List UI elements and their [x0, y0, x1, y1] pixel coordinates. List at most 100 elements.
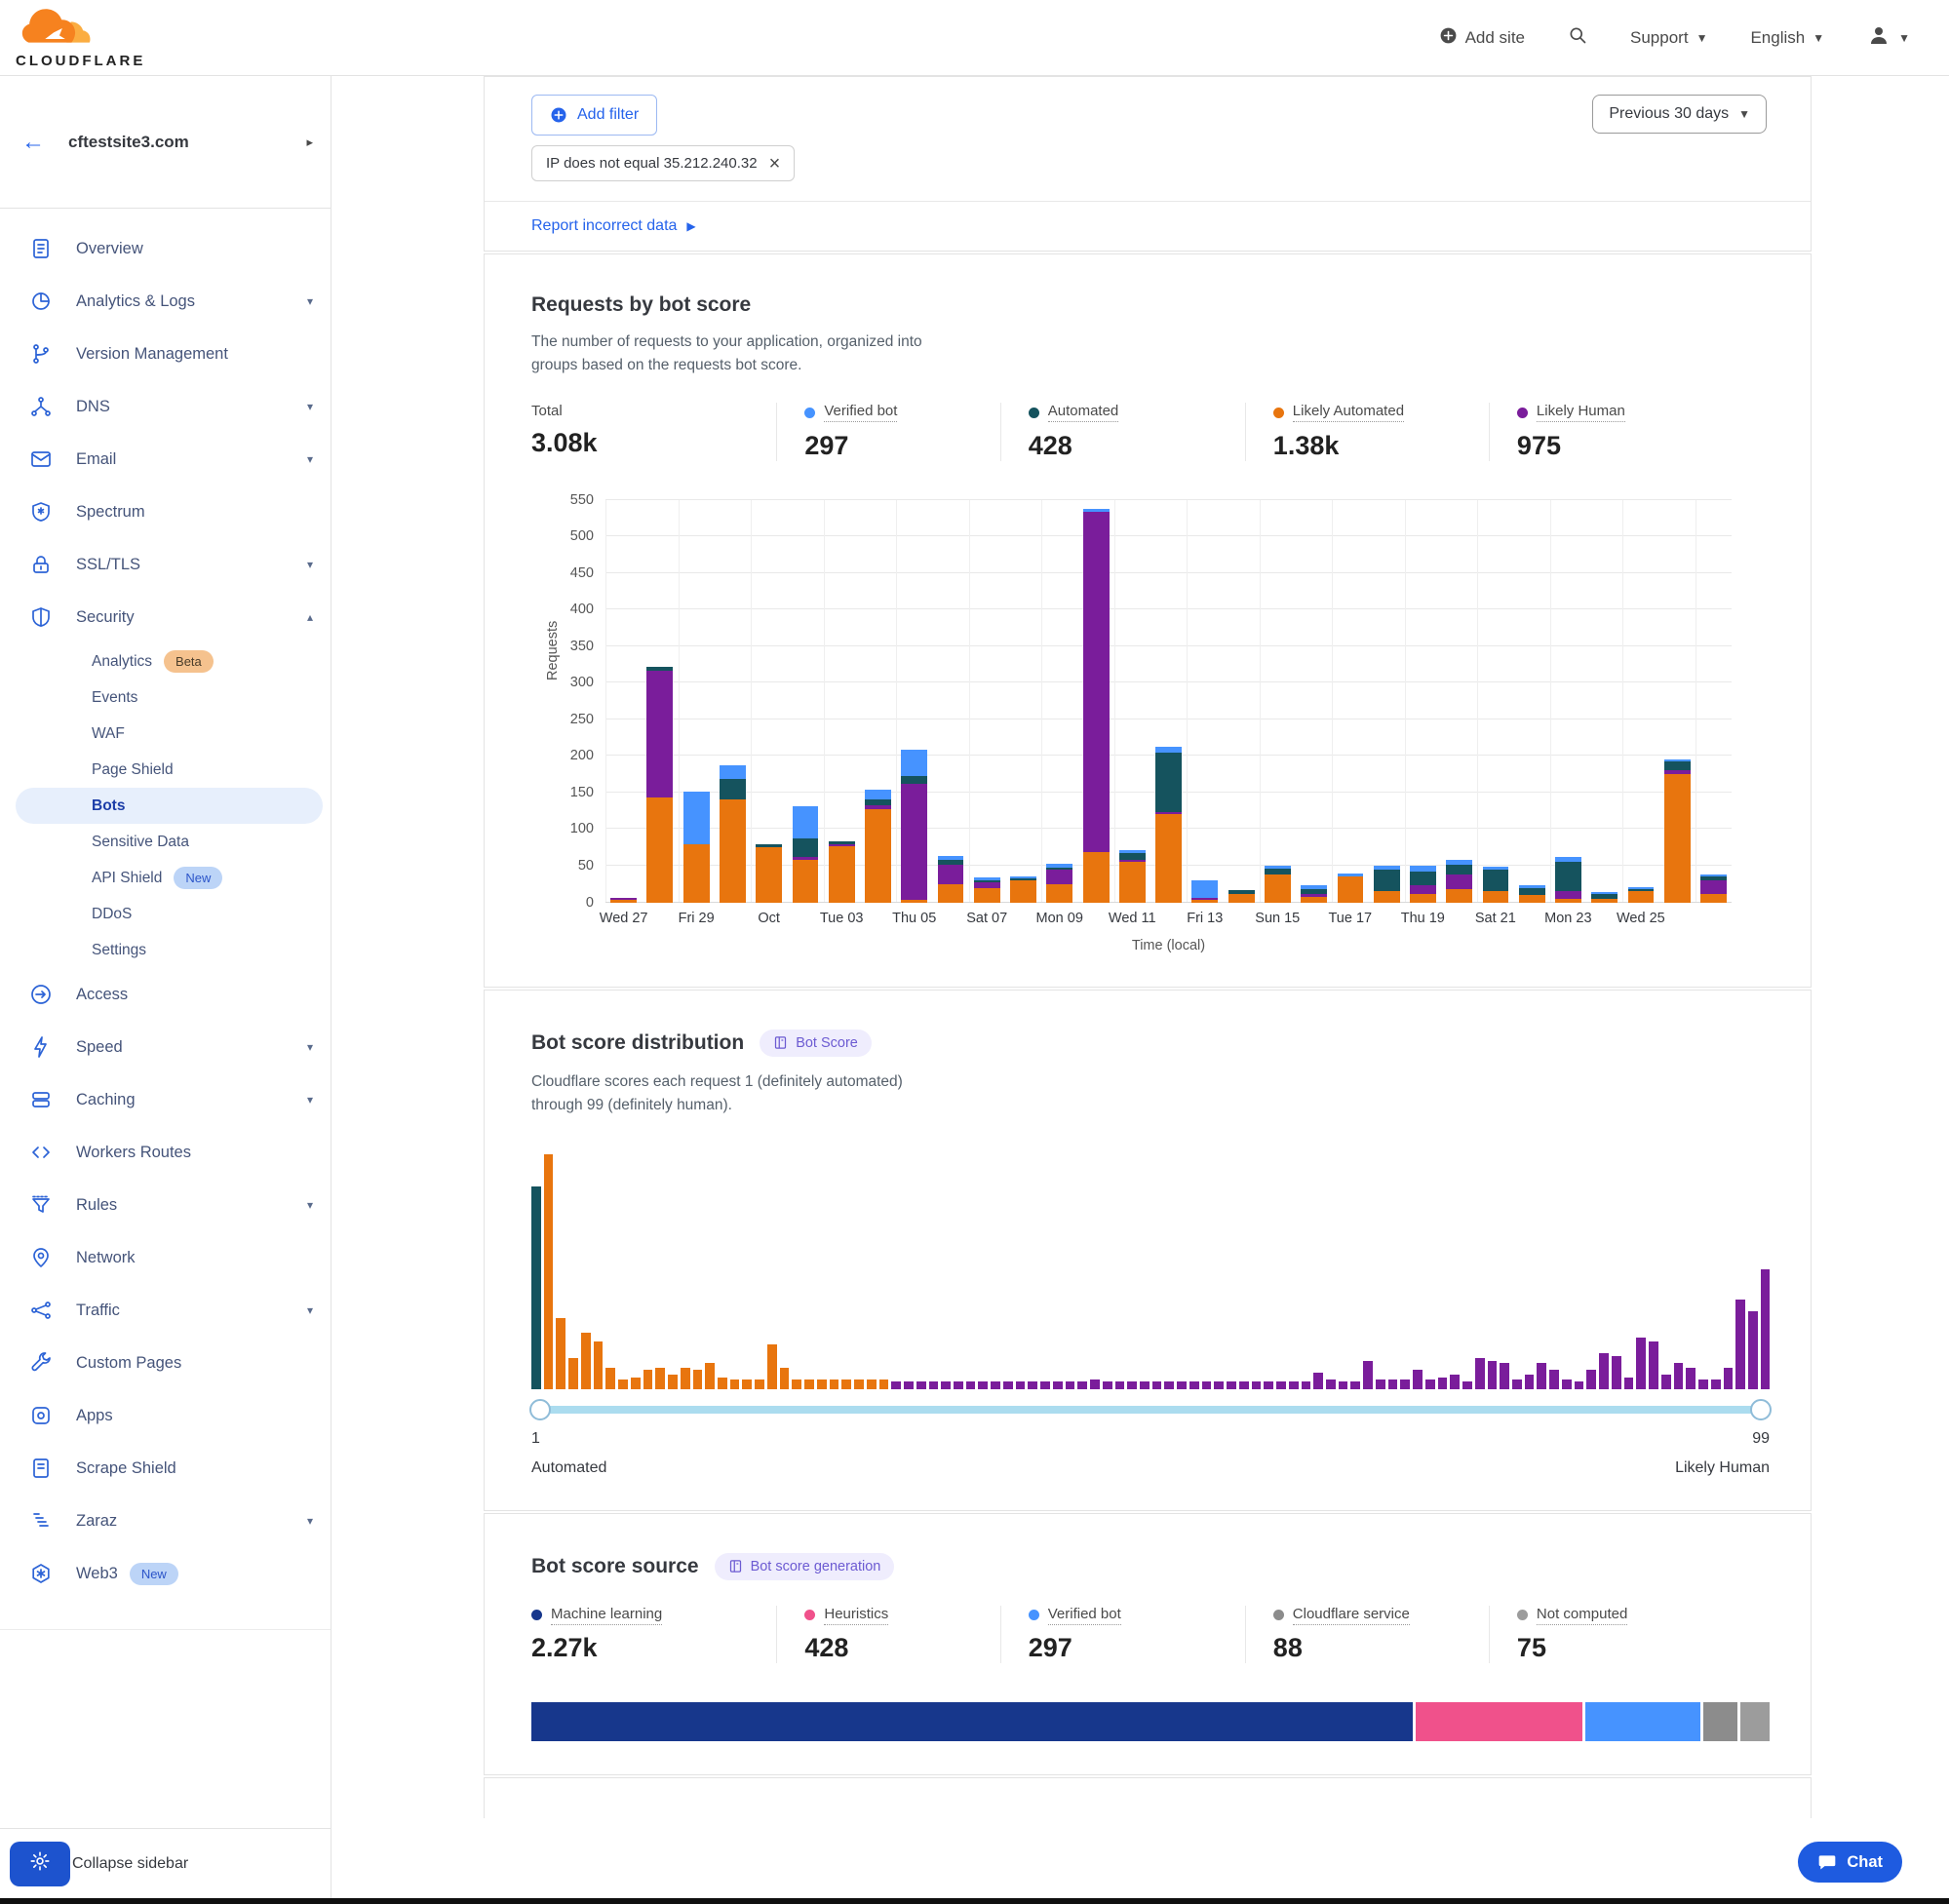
histogram-bar[interactable] [718, 1378, 727, 1389]
sidebar-item-events[interactable]: Events [16, 680, 323, 716]
histogram-bar[interactable] [916, 1381, 926, 1388]
histogram-bar[interactable] [1735, 1300, 1745, 1389]
slider-handle-max[interactable] [1750, 1399, 1772, 1420]
stacked-bar[interactable] [865, 790, 891, 903]
slider-handle-min[interactable] [529, 1399, 551, 1420]
chat-button[interactable]: Chat [1798, 1842, 1902, 1883]
stacked-bar[interactable] [938, 856, 964, 903]
score-range-slider[interactable] [531, 1399, 1770, 1420]
histogram-bar[interactable] [618, 1379, 628, 1389]
histogram-bar[interactable] [556, 1318, 565, 1388]
histogram-bar[interactable] [1438, 1378, 1448, 1389]
back-arrow-icon[interactable]: ← [21, 129, 45, 156]
stacked-bar[interactable] [1374, 866, 1400, 903]
stacked-bar[interactable] [1483, 867, 1509, 903]
sidebar-item-security[interactable]: Security▴ [0, 591, 331, 643]
bot-score-generation-badge[interactable]: Bot score generation [715, 1553, 895, 1580]
histogram-bar[interactable] [1425, 1379, 1435, 1389]
histogram-bar[interactable] [1028, 1381, 1037, 1388]
sidebar-item-access[interactable]: Access [0, 968, 331, 1021]
histogram-bar[interactable] [1302, 1381, 1311, 1388]
histogram-bar[interactable] [1376, 1379, 1385, 1389]
histogram-bar[interactable] [693, 1370, 703, 1388]
histogram-bar[interactable] [742, 1379, 752, 1389]
histogram-bar[interactable] [767, 1344, 777, 1389]
histogram-bar[interactable] [1239, 1381, 1249, 1388]
sidebar-item-ssl-tls[interactable]: SSL/TLS▾ [0, 538, 331, 591]
histogram-bar[interactable] [891, 1381, 901, 1388]
histogram-bar[interactable] [531, 1186, 541, 1388]
histogram-bar[interactable] [1500, 1363, 1509, 1389]
slider-track[interactable] [531, 1406, 1770, 1414]
histogram-bar[interactable] [1276, 1381, 1286, 1388]
stacked-bar[interactable] [720, 765, 746, 902]
stacked-bar[interactable] [1410, 866, 1436, 903]
stacked-bar[interactable] [1155, 747, 1182, 902]
histogram-bar[interactable] [991, 1381, 1000, 1388]
histogram-bar[interactable] [668, 1375, 678, 1388]
stacked-bar[interactable] [901, 750, 927, 902]
histogram-bar[interactable] [631, 1378, 641, 1389]
sidebar-item-spectrum[interactable]: Spectrum [0, 486, 331, 538]
histogram-bar[interactable] [655, 1368, 665, 1389]
sidebar-item-speed[interactable]: Speed▾ [0, 1021, 331, 1073]
sidebar-item-custom-pages[interactable]: Custom Pages [0, 1337, 331, 1389]
cloudflare-logo[interactable]: CLOUDFLARE [16, 7, 145, 69]
histogram-bar[interactable] [1636, 1338, 1646, 1389]
stacked-bar[interactable] [1265, 866, 1291, 903]
histogram-bar[interactable] [755, 1379, 764, 1389]
collapse-sidebar-label[interactable]: Collapse sidebar [72, 1855, 188, 1873]
histogram-bar[interactable] [1462, 1381, 1472, 1388]
histogram-bar[interactable] [1227, 1381, 1236, 1388]
sidebar-item-zaraz[interactable]: Zaraz▾ [0, 1495, 331, 1547]
histogram-bar[interactable] [1649, 1341, 1658, 1388]
histogram-bar[interactable] [929, 1381, 939, 1388]
sidebar-item-bots[interactable]: Bots [16, 788, 323, 824]
report-incorrect-data-link[interactable]: Report incorrect data ▶ [531, 217, 696, 235]
histogram-bar[interactable] [705, 1363, 715, 1389]
histogram-bar[interactable] [1090, 1379, 1100, 1389]
histogram-bar[interactable] [1127, 1381, 1137, 1388]
histogram-bar[interactable] [1525, 1375, 1535, 1388]
histogram-bar[interactable] [867, 1379, 877, 1389]
histogram-bar[interactable] [544, 1154, 554, 1389]
histogram-bar[interactable] [1202, 1381, 1212, 1388]
histogram-bar[interactable] [966, 1381, 976, 1388]
search-button[interactable] [1568, 25, 1587, 50]
histogram-bar[interactable] [1040, 1381, 1050, 1388]
date-range-button[interactable]: Previous 30 days ▼ [1592, 95, 1767, 134]
filter-chip[interactable]: IP does not equal 35.212.240.32 × [531, 145, 795, 181]
histogram-bar[interactable] [1413, 1370, 1423, 1388]
sidebar-item-traffic[interactable]: Traffic▾ [0, 1284, 331, 1337]
histogram-bar[interactable] [730, 1379, 740, 1389]
stacked-bar[interactable] [974, 877, 1000, 902]
histogram-bar[interactable] [1475, 1358, 1485, 1388]
histogram-bar[interactable] [1214, 1381, 1224, 1388]
language-menu[interactable]: English ▼ [1750, 28, 1824, 48]
histogram-bar[interactable] [854, 1379, 864, 1389]
site-name[interactable]: cftestsite3.com [68, 133, 189, 152]
histogram-bar[interactable] [904, 1381, 914, 1388]
histogram-bar[interactable] [841, 1379, 851, 1389]
stacked-bar[interactable] [829, 841, 855, 902]
sidebar-item-dns[interactable]: DNS▾ [0, 380, 331, 433]
histogram-bar[interactable] [568, 1358, 578, 1388]
sidebar-item-waf[interactable]: WAF [16, 716, 323, 752]
histogram-bar[interactable] [1077, 1381, 1087, 1388]
histogram-bar[interactable] [1350, 1381, 1360, 1388]
stacked-bar[interactable] [1664, 759, 1691, 903]
histogram-bar[interactable] [1761, 1269, 1771, 1389]
sidebar-item-apps[interactable]: Apps [0, 1389, 331, 1442]
histogram-bar[interactable] [817, 1379, 827, 1389]
histogram-bar[interactable] [1115, 1381, 1125, 1388]
support-menu[interactable]: Support ▼ [1630, 28, 1707, 48]
sidebar-item-rules[interactable]: Rules▾ [0, 1179, 331, 1231]
remove-filter-icon[interactable]: × [769, 157, 781, 171]
histogram-bar[interactable] [1488, 1361, 1498, 1389]
histogram-bar[interactable] [1264, 1381, 1273, 1388]
histogram-bar[interactable] [804, 1379, 814, 1389]
sidebar-item-scrape-shield[interactable]: Scrape Shield [0, 1442, 331, 1495]
add-filter-button[interactable]: Add filter [531, 95, 657, 136]
sidebar-item-overview[interactable]: Overview [0, 222, 331, 275]
stacked-bar[interactable] [1228, 890, 1255, 903]
